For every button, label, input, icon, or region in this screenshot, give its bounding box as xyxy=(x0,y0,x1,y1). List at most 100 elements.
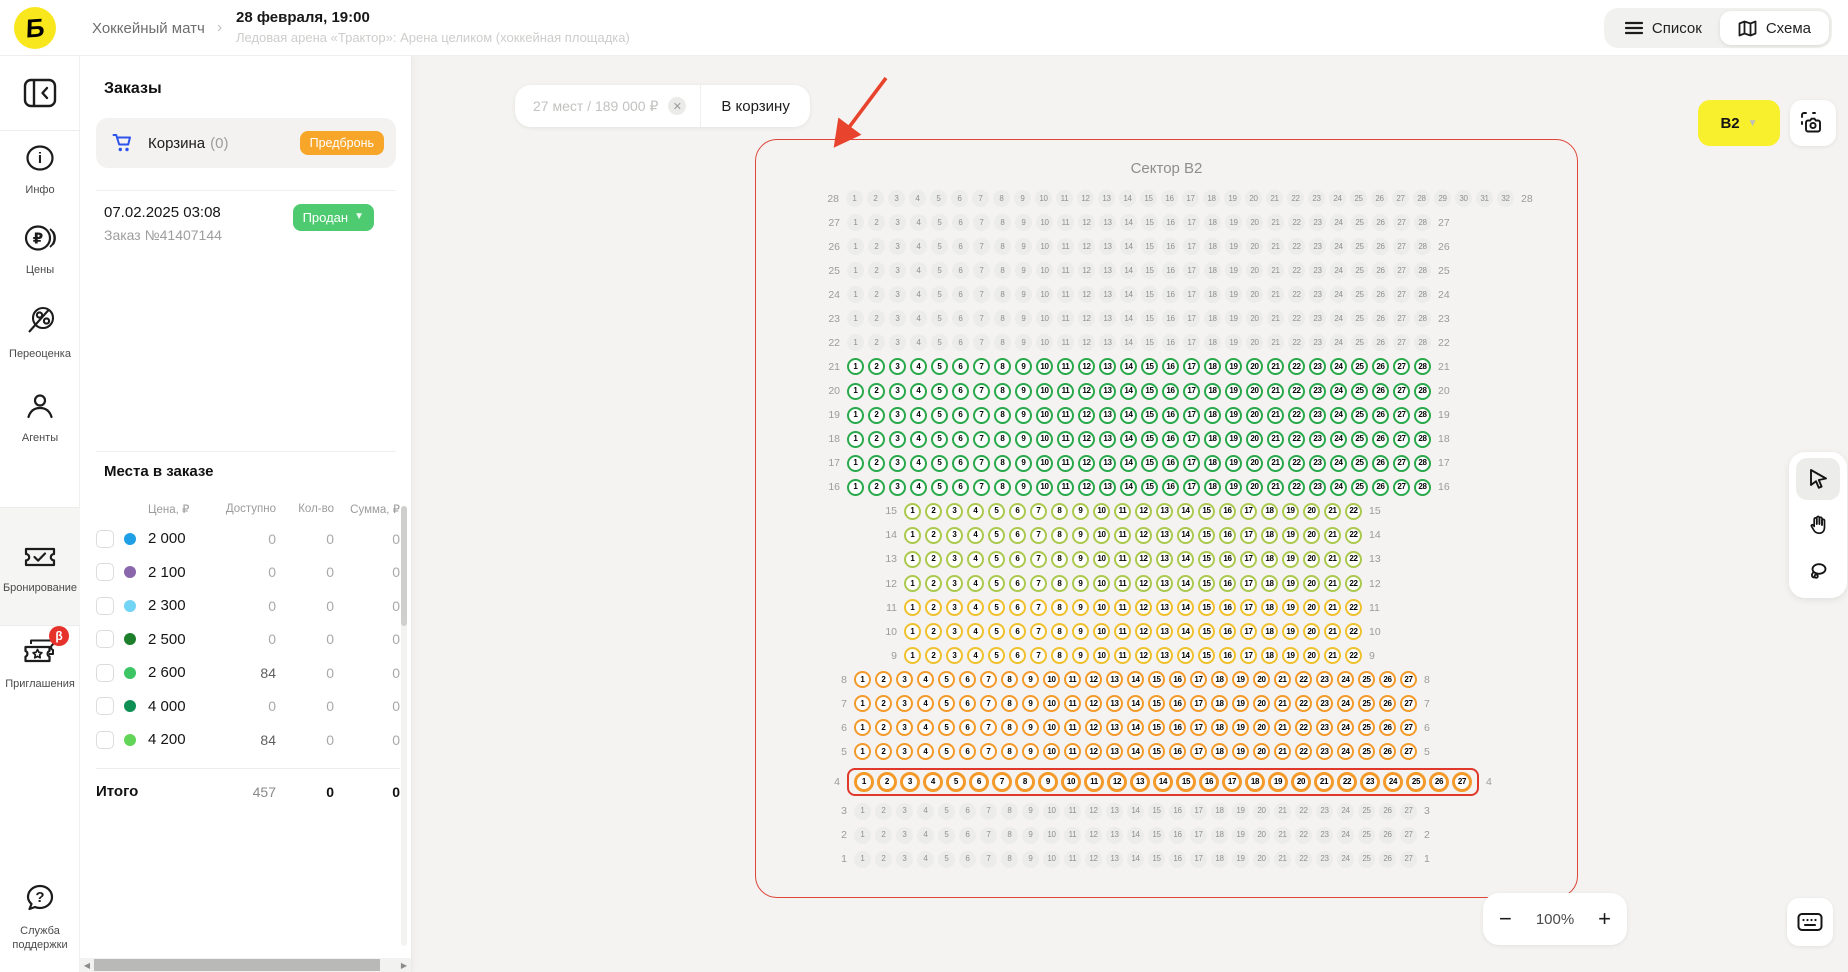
seat[interactable]: 10 xyxy=(1036,479,1053,496)
seat[interactable]: 27 xyxy=(1452,772,1472,792)
seat[interactable]: 25 xyxy=(1358,695,1375,712)
seat[interactable]: 8 xyxy=(1051,599,1068,616)
seat[interactable]: 6 xyxy=(959,743,976,760)
seat[interactable]: 18 xyxy=(1204,431,1221,448)
seat[interactable]: 22 xyxy=(1288,358,1305,375)
seat[interactable]: 14 xyxy=(1127,671,1144,688)
seat[interactable]: 20 xyxy=(1246,479,1263,496)
seat[interactable]: 2 xyxy=(875,743,892,760)
seat[interactable]: 11 xyxy=(1057,479,1074,496)
seat[interactable]: 14 xyxy=(1153,772,1173,792)
seat[interactable]: 2 xyxy=(925,527,942,544)
seat[interactable]: 16 xyxy=(1162,455,1179,472)
seat[interactable]: 8 xyxy=(1051,503,1068,520)
price-row-checkbox[interactable] xyxy=(96,530,114,548)
seat[interactable]: 14 xyxy=(1177,575,1194,592)
seat[interactable]: 12 xyxy=(1135,503,1152,520)
seat[interactable]: 9 xyxy=(1072,575,1089,592)
seat[interactable]: 14 xyxy=(1177,503,1194,520)
sidebar-item-ticket-star[interactable]: βПриглашения xyxy=(0,636,80,691)
seat[interactable]: 20 xyxy=(1303,647,1320,664)
seat[interactable]: 28 xyxy=(1414,455,1431,472)
seat[interactable]: 18 xyxy=(1211,719,1228,736)
seat[interactable]: 4 xyxy=(967,623,984,640)
seat[interactable]: 20 xyxy=(1246,383,1263,400)
seat[interactable]: 11 xyxy=(1057,383,1074,400)
seat[interactable]: 18 xyxy=(1261,527,1278,544)
seat[interactable]: 9 xyxy=(1072,623,1089,640)
seat[interactable]: 2 xyxy=(868,407,885,424)
seat[interactable]: 23 xyxy=(1360,772,1380,792)
seat[interactable]: 19 xyxy=(1225,431,1242,448)
seat[interactable]: 12 xyxy=(1135,551,1152,568)
seat[interactable]: 27 xyxy=(1400,671,1417,688)
seat[interactable]: 7 xyxy=(1030,599,1047,616)
seat[interactable]: 11 xyxy=(1057,358,1074,375)
seat[interactable]: 21 xyxy=(1314,772,1334,792)
seat[interactable]: 11 xyxy=(1114,575,1131,592)
seat[interactable]: 15 xyxy=(1141,431,1158,448)
seat[interactable]: 18 xyxy=(1261,551,1278,568)
seat[interactable]: 4 xyxy=(967,575,984,592)
seat[interactable]: 10 xyxy=(1043,743,1060,760)
seat[interactable]: 15 xyxy=(1141,407,1158,424)
seat[interactable]: 17 xyxy=(1240,527,1257,544)
horizontal-scrollbar[interactable]: ◀ ▶ xyxy=(80,958,411,972)
seat[interactable]: 16 xyxy=(1199,772,1219,792)
seat[interactable]: 23 xyxy=(1316,719,1333,736)
seat[interactable]: 13 xyxy=(1099,455,1116,472)
seat[interactable]: 12 xyxy=(1135,623,1152,640)
seat[interactable]: 15 xyxy=(1141,479,1158,496)
seat[interactable]: 1 xyxy=(854,772,874,792)
seat[interactable]: 22 xyxy=(1345,623,1362,640)
seat[interactable]: 3 xyxy=(946,575,963,592)
seat[interactable]: 7 xyxy=(1030,647,1047,664)
seat[interactable]: 8 xyxy=(1001,695,1018,712)
seat[interactable]: 16 xyxy=(1169,743,1186,760)
seat[interactable]: 3 xyxy=(889,383,906,400)
seat[interactable]: 2 xyxy=(868,383,885,400)
seat[interactable]: 9 xyxy=(1015,431,1032,448)
seat[interactable]: 8 xyxy=(1001,719,1018,736)
seat[interactable]: 6 xyxy=(952,455,969,472)
sector-select-button[interactable]: B2 ▼ xyxy=(1698,100,1780,146)
seat[interactable]: 17 xyxy=(1240,575,1257,592)
price-row-checkbox[interactable] xyxy=(96,697,114,715)
seat[interactable]: 19 xyxy=(1268,772,1288,792)
seat[interactable]: 1 xyxy=(854,743,871,760)
seat[interactable]: 22 xyxy=(1295,695,1312,712)
seat[interactable]: 24 xyxy=(1337,719,1354,736)
seat[interactable]: 12 xyxy=(1078,431,1095,448)
price-row-checkbox[interactable] xyxy=(96,597,114,615)
seat[interactable]: 3 xyxy=(896,719,913,736)
seat[interactable]: 19 xyxy=(1232,695,1249,712)
seat[interactable]: 13 xyxy=(1099,358,1116,375)
seat[interactable]: 22 xyxy=(1288,431,1305,448)
seat[interactable]: 1 xyxy=(847,431,864,448)
seat[interactable]: 19 xyxy=(1282,647,1299,664)
seat[interactable]: 22 xyxy=(1345,575,1362,592)
seat[interactable]: 8 xyxy=(1051,647,1068,664)
seat[interactable]: 6 xyxy=(969,772,989,792)
seat[interactable]: 13 xyxy=(1099,407,1116,424)
seat[interactable]: 27 xyxy=(1393,358,1410,375)
seat[interactable]: 1 xyxy=(854,671,871,688)
seat[interactable]: 25 xyxy=(1351,431,1368,448)
seat[interactable]: 20 xyxy=(1253,695,1270,712)
seat[interactable]: 9 xyxy=(1072,647,1089,664)
seat[interactable]: 3 xyxy=(889,358,906,375)
seat[interactable]: 11 xyxy=(1064,671,1081,688)
seat[interactable]: 17 xyxy=(1183,407,1200,424)
seat[interactable]: 14 xyxy=(1120,479,1137,496)
seat[interactable]: 19 xyxy=(1225,358,1242,375)
seat[interactable]: 4 xyxy=(910,407,927,424)
seat[interactable]: 19 xyxy=(1282,599,1299,616)
seat[interactable]: 10 xyxy=(1036,383,1053,400)
seat[interactable]: 7 xyxy=(1030,527,1047,544)
sidebar-item-ticket-check[interactable]: Бронирование xyxy=(0,544,80,595)
zoom-in-button[interactable]: + xyxy=(1598,908,1611,930)
seat[interactable]: 22 xyxy=(1295,671,1312,688)
seat[interactable]: 21 xyxy=(1274,695,1291,712)
seat[interactable]: 11 xyxy=(1064,719,1081,736)
seat[interactable]: 18 xyxy=(1204,383,1221,400)
